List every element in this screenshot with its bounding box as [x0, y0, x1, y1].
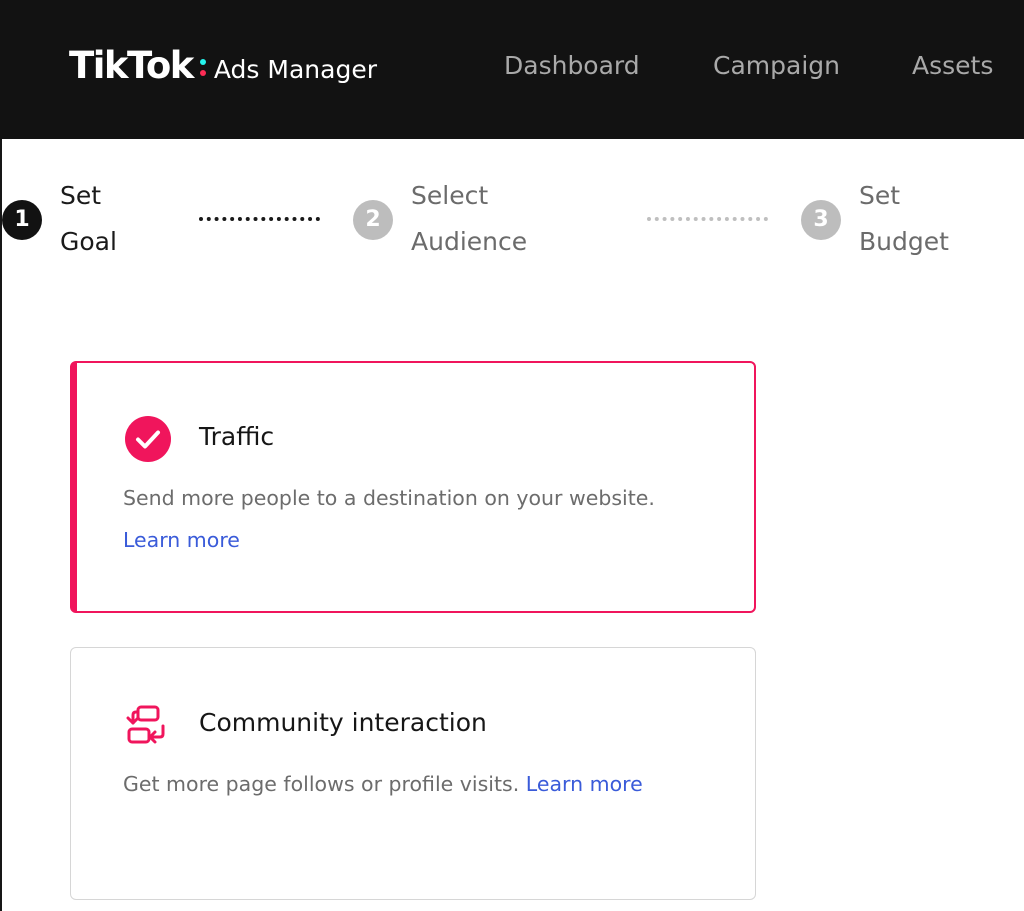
learn-more-link-traffic[interactable]: Learn more [123, 524, 240, 556]
progress-stepper: 1 Set Goal 2 Select Audience 3 Set Budge… [0, 170, 1024, 270]
step-3-label[interactable]: Set Budget [859, 173, 949, 265]
step-2-label-line1: Select [411, 181, 489, 210]
step-1-label-line1: Set [60, 181, 102, 210]
step-2-label[interactable]: Select Audience [411, 173, 527, 265]
goal-description-traffic: Send more people to a destination on you… [123, 486, 655, 510]
nav-campaign[interactable]: Campaign [713, 48, 840, 84]
goal-title-community-interaction: Community interaction [199, 708, 487, 737]
page: TikTok Ads Manager Dashboard Campaign As… [0, 0, 1024, 911]
goal-description-community-text: Get more page follows or profile visits. [123, 772, 520, 796]
step-3-label-line1: Set [859, 181, 901, 210]
goal-description-community-interaction: Get more page follows or profile visits.… [123, 768, 643, 800]
step-1-label-line2: Goal [60, 227, 117, 256]
learn-more-link-community[interactable]: Learn more [526, 772, 643, 796]
step-1-number[interactable]: 1 [2, 200, 42, 240]
step-connector-2 [647, 217, 768, 221]
step-3-label-line2: Budget [859, 227, 949, 256]
step-2-label-line2: Audience [411, 227, 528, 256]
nav-dashboard[interactable]: Dashboard [504, 48, 640, 84]
step-1-label[interactable]: Set Goal [60, 173, 117, 265]
check-circle-icon [125, 416, 171, 462]
nav-assets[interactable]: Assets [912, 48, 993, 84]
step-connector-1 [199, 217, 320, 221]
main-nav: Dashboard Campaign Assets [0, 48, 1024, 84]
swap-icon [121, 701, 175, 751]
top-bar: TikTok Ads Manager Dashboard Campaign As… [0, 0, 1024, 139]
goal-title-traffic: Traffic [199, 422, 275, 451]
step-2-number[interactable]: 2 [353, 200, 393, 240]
step-3-number[interactable]: 3 [801, 200, 841, 240]
